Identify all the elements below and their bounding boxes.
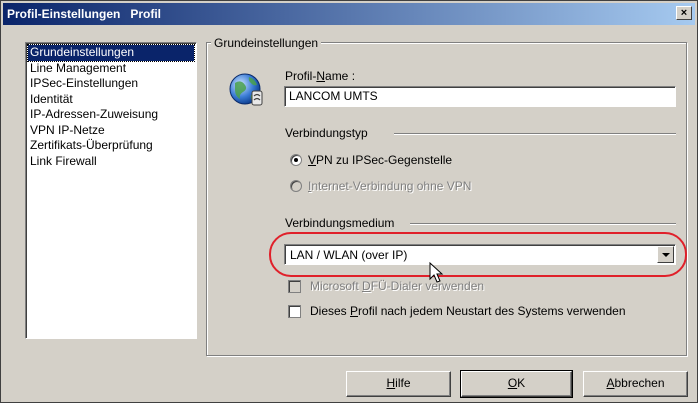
- profile-settings-dialog: Profil-Einstellungen Profil × Grundeinst…: [0, 0, 698, 403]
- restart-profile-checkbox-label[interactable]: Dieses Profil nach jedem Neustart des Sy…: [310, 304, 626, 318]
- mouse-pointer-icon: [429, 262, 444, 283]
- profile-name-label: Profil-Name :: [285, 69, 356, 83]
- highlight-annotation: [269, 232, 687, 277]
- window-title: Profil-Einstellungen Profil: [7, 7, 162, 21]
- settings-category-list[interactable]: Grundeinstellungen Line Management IPSec…: [25, 42, 197, 339]
- nav-item-line-management[interactable]: Line Management: [28, 61, 194, 77]
- nav-item-ip-adressen-zuweisung[interactable]: IP-Adressen-Zuweisung: [28, 107, 194, 123]
- help-button[interactable]: Hilfe: [346, 371, 451, 397]
- nav-item-link-firewall[interactable]: Link Firewall: [28, 154, 194, 170]
- internet-connection-radio[interactable]: [290, 180, 302, 192]
- nav-item-ipsec-einstellungen[interactable]: IPSec-Einstellungen: [28, 76, 194, 92]
- vpn-ipsec-radio-label[interactable]: VPN zu IPSec-Gegenstelle: [308, 153, 452, 167]
- cancel-button[interactable]: Abbrechen: [583, 371, 688, 397]
- title-bar[interactable]: Profil-Einstellungen Profil ×: [3, 3, 695, 25]
- close-button[interactable]: ×: [676, 6, 692, 20]
- connection-medium-separator: [410, 223, 676, 225]
- profile-name-input[interactable]: LANCOM UMTS: [284, 86, 676, 107]
- nav-item-identitaet[interactable]: Identität: [28, 92, 194, 108]
- connection-type-separator: [394, 133, 676, 135]
- internet-connection-radio-label[interactable]: Internet-Verbindung ohne VPN: [308, 179, 471, 193]
- ok-button[interactable]: OK: [460, 370, 573, 398]
- group-title: Grundeinstellungen: [211, 36, 322, 50]
- restart-profile-checkbox[interactable]: [288, 305, 301, 318]
- connection-medium-label: Verbindungsmedium: [285, 216, 395, 230]
- dialer-checkbox[interactable]: [288, 280, 301, 293]
- nav-item-vpn-ip-netze[interactable]: VPN IP-Netze: [28, 123, 194, 139]
- connection-type-label: Verbindungstyp: [285, 126, 368, 140]
- close-icon: ×: [680, 7, 688, 19]
- nav-item-grundeinstellungen[interactable]: Grundeinstellungen: [27, 44, 195, 62]
- dialer-checkbox-label[interactable]: Microsoft DFÜ-Dialer verwenden: [310, 279, 484, 293]
- vpn-ipsec-radio[interactable]: [290, 154, 302, 166]
- globe-connection-icon: [229, 73, 263, 106]
- nav-item-zertifikats-ueberpruefung[interactable]: Zertifikats-Überprüfung: [28, 138, 194, 154]
